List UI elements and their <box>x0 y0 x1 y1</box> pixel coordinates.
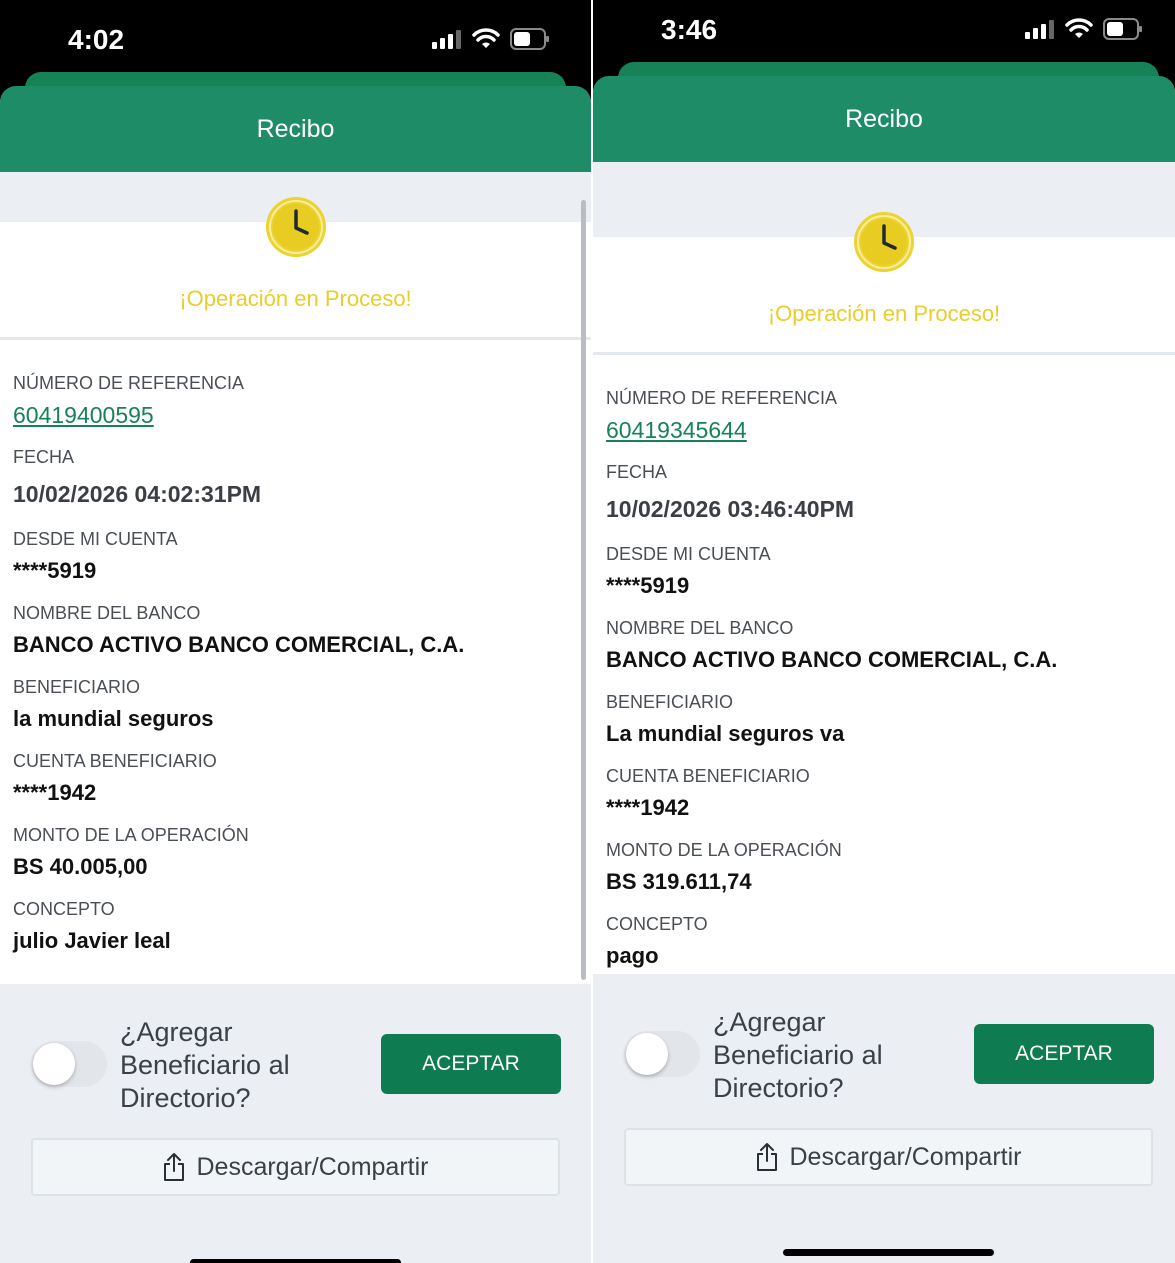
status-time: 3:46 <box>661 14 718 45</box>
bank-label: NOMBRE DEL BANCO <box>606 618 794 638</box>
from-account-value: ****5919 <box>606 573 690 598</box>
beneficiary-value: La mundial seguros va <box>606 721 845 746</box>
bank-value: BANCO ACTIVO BANCO COMERCIAL, C.A. <box>13 632 465 657</box>
header: Recibo <box>0 86 591 172</box>
reference-label: NÚMERO DE REFERENCIA <box>13 373 245 393</box>
scrollbar[interactable] <box>581 200 586 980</box>
share-icon <box>757 1143 778 1171</box>
add-beneficiary-toggle[interactable] <box>31 1041 107 1087</box>
battery-icon <box>510 28 549 50</box>
date-label: FECHA <box>606 462 668 482</box>
signal-icon <box>1025 20 1054 39</box>
wifi-icon <box>472 28 500 48</box>
concept-value: julio Javier leal <box>13 928 171 953</box>
from-account-label: DESDE MI CUENTA <box>13 529 178 549</box>
receipt-content: ¡Operación en Proceso! NÚMERO DE REFEREN… <box>0 172 591 984</box>
download-share-button[interactable]: Descargar/Compartir <box>624 1128 1153 1186</box>
signal-icon <box>432 30 461 49</box>
footer: ¿Agregar Beneficiario al Directorio? ACE… <box>593 974 1175 1263</box>
battery-icon <box>1103 18 1142 40</box>
amount-label: MONTO DE LA OPERACIÓN <box>606 840 842 860</box>
clock-icon <box>264 195 328 259</box>
date-label: FECHA <box>13 447 75 467</box>
reference-link[interactable]: 60419400595 <box>13 394 581 446</box>
receipt-screen-left: 4:02 Recibo ¡Operación en Proceso! NÚMER… <box>0 0 591 1263</box>
receipt-content: ¡Operación en Proceso! NÚMERO DE REFEREN… <box>593 162 1175 974</box>
operation-status: ¡Operación en Proceso! <box>767 301 1001 326</box>
home-indicator[interactable] <box>190 1259 401 1263</box>
beneficiary-account-label: CUENTA BENEFICIARIO <box>13 751 217 771</box>
from-account-value: ****5919 <box>13 558 97 583</box>
amount-label: MONTO DE LA OPERACIÓN <box>13 825 249 845</box>
date-value: 10/02/2026 03:46:40PM <box>606 496 855 522</box>
add-beneficiary-label: ¿Agregar Beneficiario al Directorio? <box>120 1017 290 1113</box>
toggle-knob <box>626 1033 668 1075</box>
divider <box>593 352 1175 355</box>
amount-value: BS 40.005,00 <box>13 854 148 879</box>
header: Recibo <box>593 76 1175 162</box>
accept-button[interactable]: ACEPTAR <box>381 1034 561 1094</box>
status-time: 4:02 <box>68 24 125 55</box>
beneficiary-account-label: CUENTA BENEFICIARIO <box>606 766 810 786</box>
page-title: Recibo <box>256 114 335 143</box>
status-icons <box>1025 18 1143 40</box>
date-value: 10/02/2026 04:02:31PM <box>13 481 262 507</box>
download-share-label: Descargar/Compartir <box>789 1142 1022 1171</box>
download-share-label: Descargar/Compartir <box>196 1152 429 1181</box>
home-indicator[interactable] <box>783 1249 994 1256</box>
status-icons <box>432 28 550 50</box>
footer: ¿Agregar Beneficiario al Directorio? ACE… <box>0 984 591 1263</box>
beneficiary-label: BENEFICIARIO <box>13 677 141 697</box>
toggle-knob <box>33 1043 75 1085</box>
receipt-fields: NÚMERO DE REFERENCIA 60419400595 FECHA 1… <box>13 372 581 972</box>
page-title: Recibo <box>845 104 923 133</box>
download-share-button[interactable]: Descargar/Compartir <box>31 1138 560 1196</box>
receipt-screen-right: 3:46 Recibo ¡Operación en Proceso! NÚMER… <box>593 0 1175 1263</box>
beneficiary-account-value: ****1942 <box>606 795 690 820</box>
from-account-label: DESDE MI CUENTA <box>606 544 771 564</box>
add-beneficiary-toggle[interactable] <box>624 1031 700 1077</box>
concept-label: CONCEPTO <box>606 914 708 934</box>
beneficiary-account-value: ****1942 <box>13 780 97 805</box>
bank-value: BANCO ACTIVO BANCO COMERCIAL, C.A. <box>606 647 1058 672</box>
accept-button[interactable]: ACEPTAR <box>974 1024 1154 1084</box>
reference-label: NÚMERO DE REFERENCIA <box>606 388 838 408</box>
operation-status: ¡Operación en Proceso! <box>179 286 412 311</box>
wifi-icon <box>1065 18 1093 38</box>
concept-label: CONCEPTO <box>13 899 115 919</box>
reference-link[interactable]: 60419345644 <box>606 409 1165 461</box>
divider <box>0 337 591 340</box>
bank-label: NOMBRE DEL BANCO <box>13 603 201 623</box>
share-icon <box>164 1153 185 1181</box>
amount-value: BS 319.611,74 <box>606 869 752 894</box>
clock-icon <box>852 210 916 274</box>
add-beneficiary-label: ¿Agregar Beneficiario al Directorio? <box>713 1007 883 1103</box>
beneficiary-value: la mundial seguros <box>13 706 214 731</box>
receipt-fields: NÚMERO DE REFERENCIA 60419345644 FECHA 1… <box>606 387 1165 987</box>
beneficiary-label: BENEFICIARIO <box>606 692 734 712</box>
